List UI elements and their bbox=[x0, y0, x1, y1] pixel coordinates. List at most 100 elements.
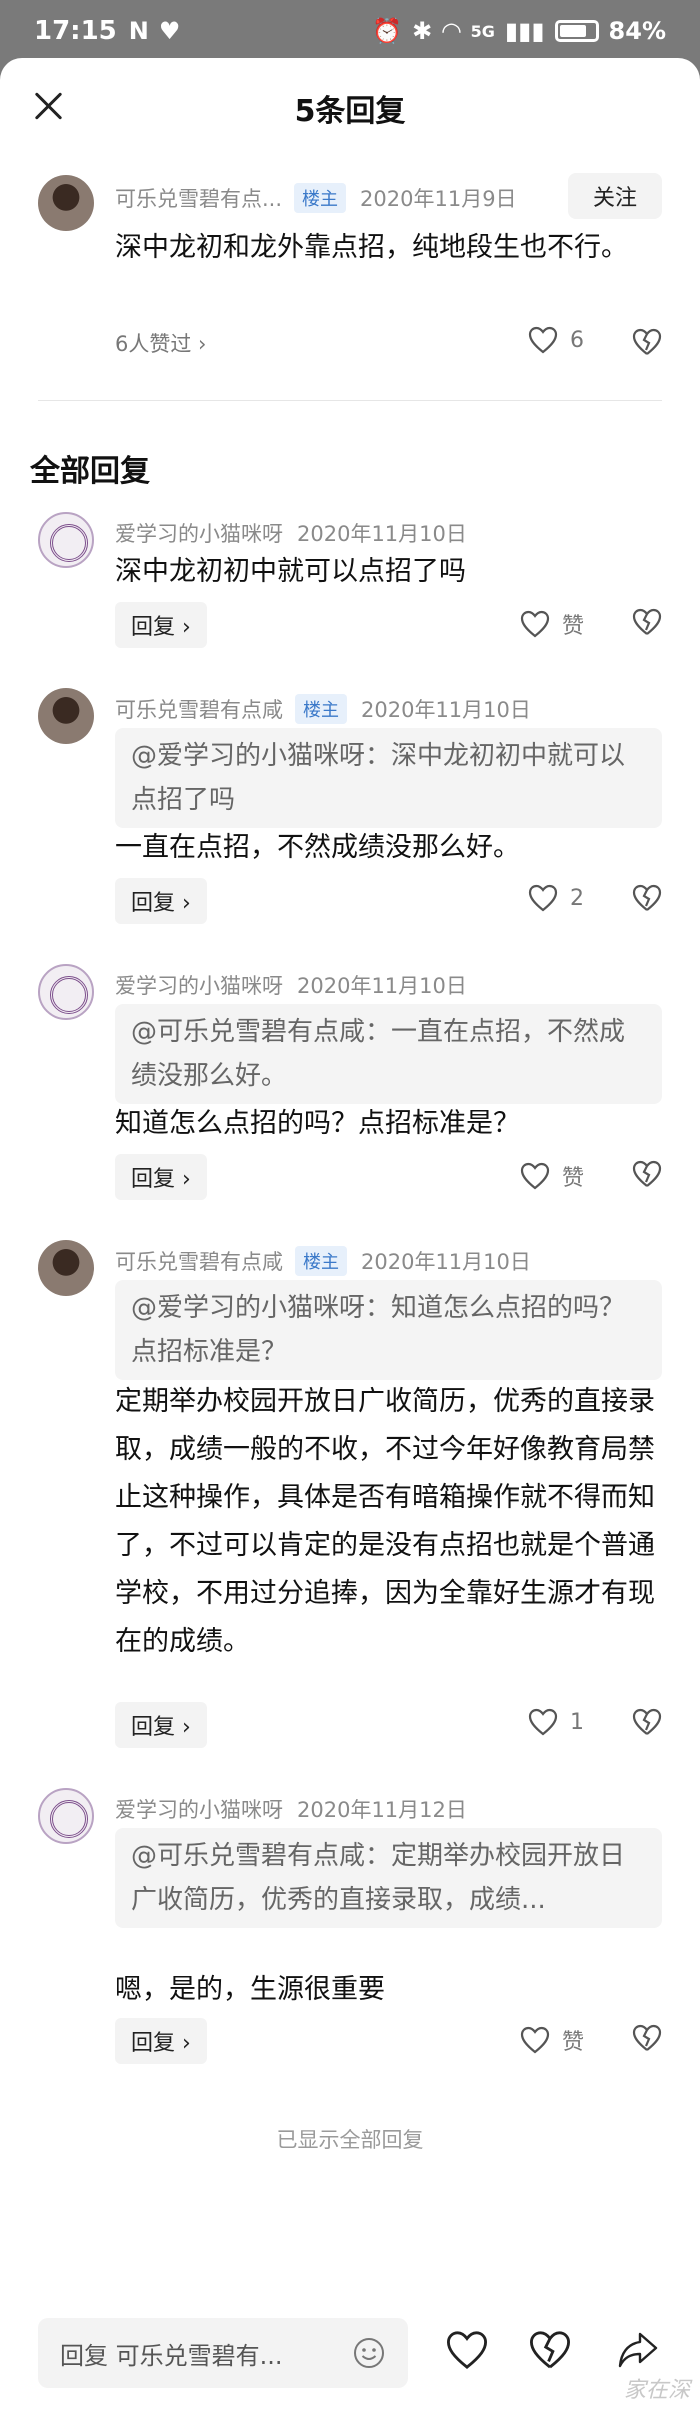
reply-quote: @爱学习的小猫咪呀：知道怎么点招的吗？点招标准是？ bbox=[115, 1280, 662, 1380]
reply-content: 深中龙初初中就可以点招了吗 bbox=[115, 556, 466, 587]
bottom-like-button[interactable] bbox=[445, 2330, 489, 2370]
reply-author[interactable]: 爱学习的小猫咪呀 bbox=[115, 970, 283, 1000]
likes-link[interactable]: 6人赞过 › bbox=[115, 328, 206, 358]
reply-dislike-button[interactable] bbox=[632, 1160, 662, 1188]
sheet-header: 5条回复 bbox=[0, 58, 700, 158]
broken-heart-icon bbox=[632, 1160, 662, 1187]
reply-author[interactable]: 爱学习的小猫咪呀 bbox=[115, 518, 283, 548]
nfc-icon: N bbox=[128, 17, 149, 45]
alarm-icon: ⏰ bbox=[372, 17, 403, 45]
reply-date: 2020年11月10日 bbox=[361, 1250, 531, 1274]
reply-like-button[interactable]: 赞 bbox=[520, 1160, 584, 1192]
status-bar: 17:15 N ♥ ⏰ ✱ ◠ 5G ▮▮▮ 84% bbox=[0, 0, 700, 62]
reply-meta: 可乐兑雪碧有点咸 楼主 2020年11月10日 bbox=[115, 1246, 531, 1276]
broken-heart-icon bbox=[632, 1708, 662, 1735]
heart-icon bbox=[446, 2331, 488, 2369]
wifi-icon: ◠ bbox=[442, 17, 461, 45]
reply-like-button[interactable]: 赞 bbox=[520, 608, 584, 640]
like-label: 赞 bbox=[561, 2030, 584, 2055]
reply-input-placeholder: 回复 可乐兑雪碧有... bbox=[60, 2341, 283, 2370]
heart-icon bbox=[528, 326, 558, 354]
share-button[interactable] bbox=[616, 2330, 660, 2370]
reply-quote: @爱学习的小猫咪呀：深中龙初初中就可以点招了吗 bbox=[115, 728, 662, 828]
status-time: 17:15 bbox=[34, 16, 117, 46]
emoji-icon[interactable] bbox=[352, 2336, 386, 2370]
heart-icon bbox=[528, 884, 558, 912]
op-badge: 楼主 bbox=[295, 1246, 347, 1276]
network-label: 5G bbox=[470, 21, 495, 41]
heart-icon bbox=[520, 2026, 550, 2054]
broken-heart-icon bbox=[632, 884, 662, 911]
heart-icon bbox=[520, 610, 550, 638]
reply-avatar[interactable] bbox=[38, 964, 94, 1020]
reply-content: 嗯，是的，生源很重要 bbox=[115, 1974, 385, 2005]
reply-input[interactable]: 回复 可乐兑雪碧有... bbox=[38, 2318, 408, 2388]
reply-meta: 爱学习的小猫咪呀 2020年11月10日 bbox=[115, 970, 467, 1000]
main-post-dislike-button[interactable] bbox=[632, 328, 662, 356]
reply-date: 2020年11月10日 bbox=[297, 522, 467, 546]
main-post-author[interactable]: 可乐兑雪碧有点... bbox=[115, 183, 282, 213]
reply-content: 知道怎么点招的吗？点招标准是？ bbox=[115, 1108, 520, 1139]
section-title: 全部回复 bbox=[30, 454, 150, 489]
main-post-avatar[interactable] bbox=[38, 175, 94, 231]
reply-author[interactable]: 可乐兑雪碧有点咸 bbox=[115, 1246, 283, 1276]
bluetooth-icon: ✱ bbox=[412, 17, 433, 45]
reply-meta: 可乐兑雪碧有点咸 楼主 2020年11月10日 bbox=[115, 694, 531, 724]
reply-button[interactable]: 回复 › bbox=[115, 2018, 207, 2064]
follow-button[interactable]: 关注 bbox=[568, 173, 662, 219]
reply-dislike-button[interactable] bbox=[632, 884, 662, 912]
sheet-title: 5条回复 bbox=[294, 94, 406, 129]
op-badge: 楼主 bbox=[294, 183, 347, 213]
app-notification-icon: ♥ bbox=[158, 17, 181, 45]
broken-heart-icon bbox=[632, 2024, 662, 2051]
battery-label: 84% bbox=[608, 17, 666, 45]
reply-like-button[interactable]: 赞 bbox=[520, 2024, 584, 2056]
bottom-bar: 回复 可乐兑雪碧有... bbox=[0, 2308, 700, 2408]
share-icon bbox=[618, 2332, 658, 2368]
reply-like-button[interactable]: 1 bbox=[528, 1708, 584, 1736]
reply-like-button[interactable]: 2 bbox=[528, 884, 584, 912]
like-label: 1 bbox=[570, 1709, 584, 1735]
like-label: 2 bbox=[570, 885, 584, 911]
reply-quote: @可乐兑雪碧有点咸：定期举办校园开放日广收简历，优秀的直接录取，成绩... bbox=[115, 1828, 662, 1928]
main-post-like-button[interactable]: 6 bbox=[528, 326, 584, 354]
close-button[interactable] bbox=[28, 86, 68, 126]
reply-avatar[interactable] bbox=[38, 688, 94, 744]
end-of-replies-note: 已显示全部回复 bbox=[276, 2128, 424, 2152]
reply-date: 2020年11月10日 bbox=[361, 698, 531, 722]
battery-icon bbox=[554, 20, 599, 42]
reply-date: 2020年11月12日 bbox=[297, 1798, 467, 1822]
like-label: 赞 bbox=[561, 614, 584, 639]
reply-quote: @可乐兑雪碧有点咸：一直在点招，不然成绩没那么好。 bbox=[115, 1004, 662, 1104]
main-post-date: 2020年11月9日 bbox=[360, 187, 517, 211]
op-badge: 楼主 bbox=[295, 694, 347, 724]
reply-dislike-button[interactable] bbox=[632, 608, 662, 636]
reply-author[interactable]: 爱学习的小猫咪呀 bbox=[115, 1794, 283, 1824]
replies-sheet: 5条回复 可乐兑雪碧有点... 楼主 2020年11月9日 关注 深中龙初和龙外… bbox=[0, 58, 700, 2411]
broken-heart-icon bbox=[632, 608, 662, 635]
reply-dislike-button[interactable] bbox=[632, 2024, 662, 2052]
reply-dislike-button[interactable] bbox=[632, 1708, 662, 1736]
reply-content: 定期举办校园开放日广收简历，优秀的直接录取，成绩一般的不收，不过今年好像教育局禁… bbox=[115, 1386, 655, 1657]
reply-button[interactable]: 回复 › bbox=[115, 602, 207, 648]
like-count: 6 bbox=[570, 327, 584, 353]
main-post-content: 深中龙初和龙外靠点招，纯地段生也不行。 bbox=[115, 232, 628, 263]
reply-button[interactable]: 回复 › bbox=[115, 878, 207, 924]
reply-button[interactable]: 回复 › bbox=[115, 1702, 207, 1748]
like-label: 赞 bbox=[561, 1166, 584, 1191]
main-post-meta: 可乐兑雪碧有点... 楼主 2020年11月9日 bbox=[115, 183, 517, 213]
reply-button[interactable]: 回复 › bbox=[115, 1154, 207, 1200]
heart-icon bbox=[520, 1162, 550, 1190]
reply-avatar[interactable] bbox=[38, 1240, 94, 1296]
watermark: 家在深 bbox=[623, 2378, 690, 2403]
divider bbox=[38, 400, 662, 401]
bottom-dislike-button[interactable] bbox=[528, 2330, 572, 2370]
reply-avatar[interactable] bbox=[38, 512, 94, 568]
reply-meta: 爱学习的小猫咪呀 2020年11月12日 bbox=[115, 1794, 467, 1824]
reply-date: 2020年11月10日 bbox=[297, 974, 467, 998]
reply-avatar[interactable] bbox=[38, 1788, 94, 1844]
reply-content: 一直在点招，不然成绩没那么好。 bbox=[115, 832, 520, 863]
signal-icon: ▮▮▮ bbox=[504, 17, 545, 45]
reply-author[interactable]: 可乐兑雪碧有点咸 bbox=[115, 694, 283, 724]
heart-icon bbox=[528, 1708, 558, 1736]
